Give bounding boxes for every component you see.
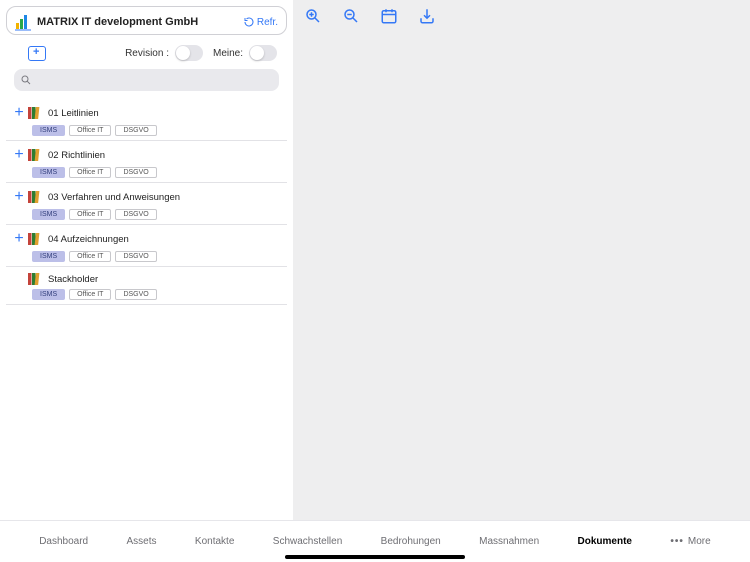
tree-item-label: 01 Leitlinien: [48, 108, 99, 119]
books-icon: [28, 272, 44, 286]
viewer-toolbar: [293, 0, 447, 32]
sidebar-controls-row: Revision : Meine:: [6, 35, 287, 69]
tag-row: ISMS Office IT DSGVO: [32, 167, 287, 178]
add-document-button[interactable]: [28, 46, 46, 61]
tree-item[interactable]: Stackholder ISMS Office IT DSGVO: [6, 267, 287, 305]
bottom-tabbar: Dashboard Assets Kontakte Schwachstellen Bed…: [0, 520, 750, 562]
books-icon: [28, 106, 44, 120]
books-icon: [28, 148, 44, 162]
refresh-button[interactable]: Refr.: [243, 16, 278, 28]
tree-item-label: 04 Aufzeichnungen: [48, 234, 129, 245]
expand-icon[interactable]: +: [12, 104, 26, 122]
tag: Office IT: [69, 289, 111, 300]
tag: ISMS: [32, 209, 65, 220]
tree-item-label: 03 Verfahren und Anweisungen: [48, 192, 180, 203]
tree-item-label: Stackholder: [48, 274, 98, 285]
tree-item[interactable]: +03 Verfahren und Anweisungen ISMS Office …: [6, 183, 287, 225]
tree-item[interactable]: +02 Richtlinien ISMS Office IT DSGVO: [6, 141, 287, 183]
expand-icon[interactable]: +: [12, 230, 26, 248]
tab-assets[interactable]: Assets: [127, 536, 157, 547]
expand-icon[interactable]: +: [12, 188, 26, 206]
tag: DSGVO: [115, 289, 156, 300]
tag: Office IT: [69, 251, 111, 262]
tab-dashboard[interactable]: Dashboard: [39, 536, 88, 547]
search-input[interactable]: [14, 69, 279, 91]
org-header-card: MATRIX IT development GmbH Refr.: [6, 6, 287, 35]
tab-schwachstellen[interactable]: Schwachstellen: [273, 536, 342, 547]
tag: ISMS: [32, 125, 65, 136]
tag: ISMS: [32, 167, 65, 178]
tag-row: ISMS Office IT DSGVO: [32, 289, 287, 300]
mine-label: Meine:: [213, 48, 243, 59]
tag: Office IT: [69, 167, 111, 178]
revision-toggle[interactable]: [175, 45, 203, 61]
tree-item-label: 02 Richtlinien: [48, 150, 105, 161]
org-title: MATRIX IT development GmbH: [37, 16, 243, 28]
tag: DSGVO: [115, 167, 156, 178]
tag-row: ISMS Office IT DSGVO: [32, 125, 287, 136]
tag: Office IT: [69, 125, 111, 136]
refresh-label: Refr.: [257, 17, 278, 28]
tab-bedrohungen[interactable]: Bedrohungen: [381, 536, 441, 547]
more-dots-icon: •••: [670, 536, 684, 547]
document-tree: +01 LeitlinienISMSOffice ITDSGVO+02 Rich…: [6, 99, 287, 305]
zoom-out-icon[interactable]: [341, 6, 361, 26]
tab-kontakte[interactable]: Kontakte: [195, 536, 234, 547]
tag: ISMS: [32, 251, 65, 262]
home-indicator: [285, 555, 465, 559]
books-icon: [28, 190, 44, 204]
zoom-in-icon[interactable]: [303, 6, 323, 26]
more-label: More: [688, 536, 711, 547]
tree-item[interactable]: +04 Aufzeichnungen ISMS Office IT DSGVO: [6, 225, 287, 267]
calendar-icon[interactable]: [379, 6, 399, 26]
tab-more[interactable]: ••• More: [670, 536, 710, 547]
org-logo-icon: [15, 13, 31, 31]
expand-icon[interactable]: +: [12, 146, 26, 164]
tag: DSGVO: [115, 125, 156, 136]
mine-toggle[interactable]: [249, 45, 277, 61]
tab-massnahmen[interactable]: Massnahmen: [479, 536, 539, 547]
tag-row: ISMS Office IT DSGVO: [32, 209, 287, 220]
document-viewer: [293, 0, 750, 520]
tag: ISMS: [32, 289, 65, 300]
search-container: [14, 69, 279, 91]
sidebar: MATRIX IT development GmbH Refr. Revisio…: [0, 0, 293, 520]
tag: Office IT: [69, 209, 111, 220]
tag: DSGVO: [115, 209, 156, 220]
tab-dokumente[interactable]: Dokumente: [578, 536, 632, 547]
download-icon[interactable]: [417, 6, 437, 26]
books-icon: [28, 232, 44, 246]
revision-label: Revision :: [125, 48, 169, 59]
tag-row: ISMS Office IT DSGVO: [32, 251, 287, 262]
tree-item[interactable]: +01 Leitlinien ISMS Office IT DSGVO: [6, 99, 287, 141]
tag: DSGVO: [115, 251, 156, 262]
